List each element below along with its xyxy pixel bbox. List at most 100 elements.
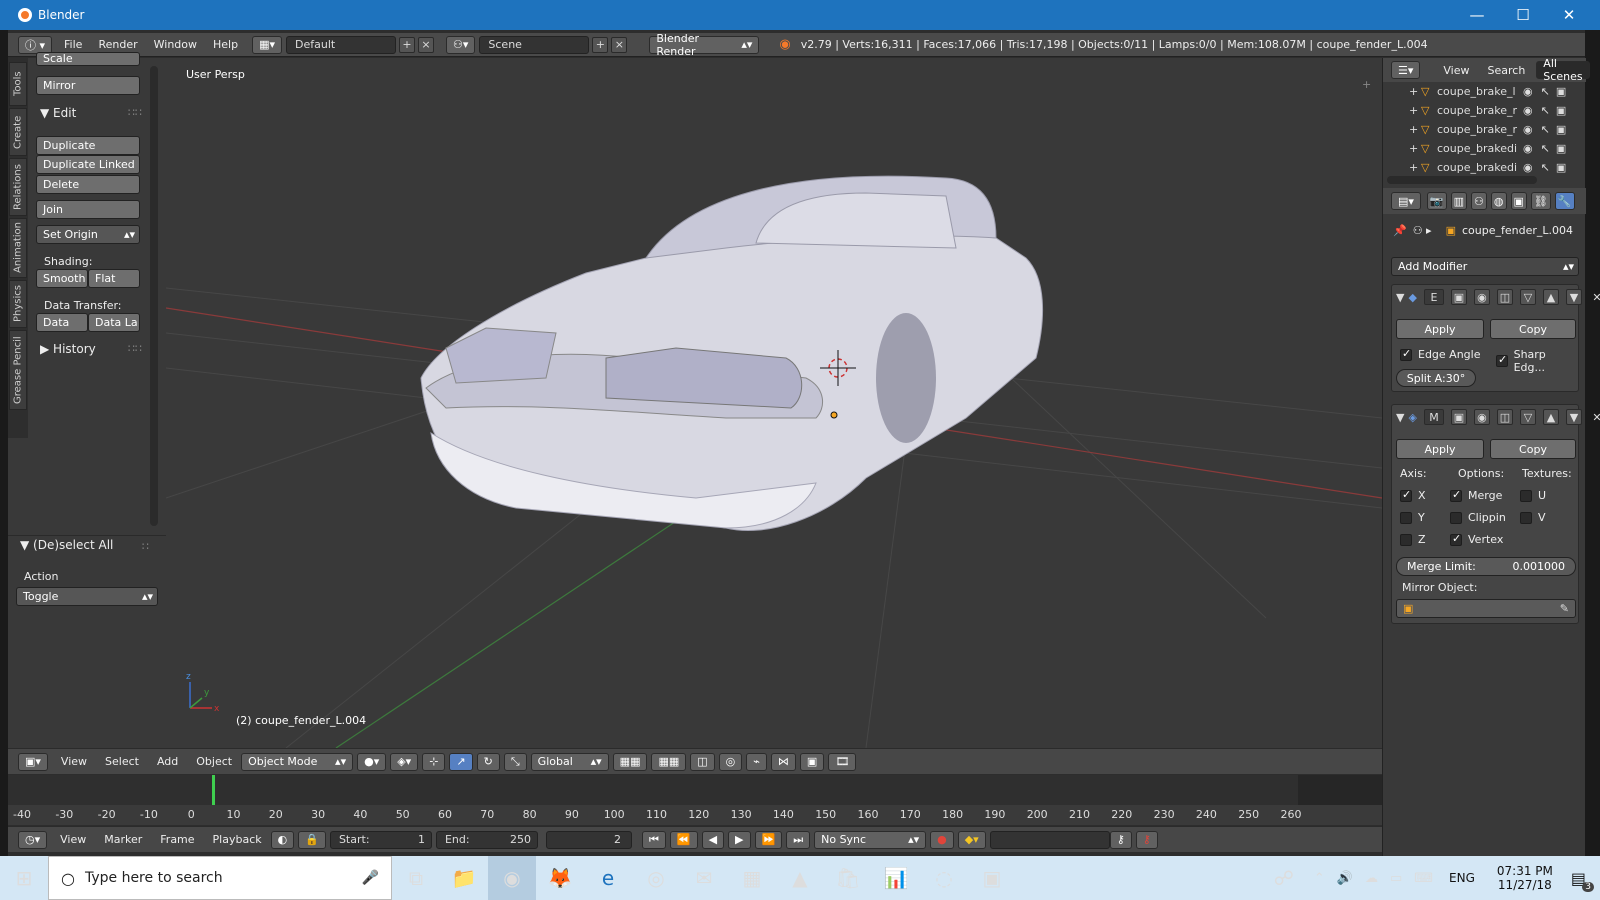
edit-panel-header[interactable]: ▼ Edit (40, 106, 76, 120)
add-modifier-dropdown[interactable]: Add Modifier ▴▾ (1391, 257, 1579, 276)
viewport-toggle-icon[interactable]: ◉ (1473, 289, 1490, 305)
keying-set-field[interactable] (989, 830, 1110, 849)
layers-grid-2-icon[interactable]: ▦▦ (651, 752, 687, 771)
join-button[interactable]: Join (36, 200, 140, 219)
axis-x-checkbox[interactable] (1400, 488, 1412, 502)
history-panel-header[interactable]: ▶ History (40, 342, 96, 356)
edge-split-copy-button[interactable]: Copy (1490, 319, 1576, 339)
expand-plus-icon[interactable]: + (1409, 142, 1421, 155)
editor-type-timeline-icon[interactable]: ◷▾ (18, 830, 48, 849)
current-frame-marker[interactable] (212, 775, 215, 805)
tab-create[interactable]: Create (9, 108, 27, 156)
set-origin-dropdown[interactable]: Set Origin ▴▾ (36, 225, 140, 244)
modifiers-tab-icon[interactable]: 🔧 (1554, 192, 1575, 210)
axis-z-option[interactable]: Z (1400, 533, 1426, 546)
vertex-checkbox[interactable] (1450, 532, 1462, 546)
eyedropper-icon[interactable]: ✎ (1560, 602, 1569, 615)
panel-grip-icon[interactable]: ∷∷ (128, 342, 142, 355)
tool-shelf-scrollbar[interactable] (150, 66, 158, 526)
outliner-menu-view[interactable]: View (1434, 64, 1478, 77)
keying-set-icon[interactable]: ◆▾ (957, 830, 986, 849)
task-view-icon[interactable]: ⧉ (392, 856, 440, 900)
minimize-button[interactable]: — (1454, 0, 1500, 30)
visibility-eye-icon[interactable]: ◉ (1523, 85, 1533, 98)
axis-x-option[interactable]: X (1400, 488, 1426, 502)
jump-end-icon[interactable]: ⏭ (786, 830, 811, 849)
microphone-icon[interactable]: 🎤 (362, 870, 379, 886)
texture-u-option[interactable]: U (1520, 489, 1546, 502)
layers-grid-icon[interactable]: ▦▦ (612, 752, 648, 771)
data-layout-button[interactable]: Data La (88, 313, 140, 332)
expand-plus-icon[interactable]: + (1409, 104, 1421, 117)
axis-y-option[interactable]: Y (1400, 511, 1425, 524)
menu-window[interactable]: Window (146, 38, 205, 51)
current-frame-field[interactable]: 2 (545, 830, 632, 849)
constraints-tab-icon[interactable]: ⛓ (1530, 192, 1551, 210)
firefox-icon[interactable]: 🦊 (536, 856, 584, 900)
sharp-edges-option[interactable]: Sharp Edg... (1496, 348, 1578, 374)
tl-menu-frame[interactable]: Frame (151, 833, 203, 846)
clock[interactable]: 07:31 PM 11/27/18 (1497, 864, 1553, 892)
duplicate-button[interactable]: Duplicate (36, 136, 140, 155)
tab-physics[interactable]: Physics (9, 280, 27, 328)
start-frame-field[interactable]: Start: 1 (329, 830, 432, 849)
expand-plus-icon[interactable]: + (1409, 85, 1421, 98)
edge-split-apply-button[interactable]: Apply (1396, 319, 1484, 339)
people-icon[interactable]: ☍ (1260, 856, 1308, 900)
translate-icon[interactable]: ↗ (449, 752, 473, 771)
menu-help[interactable]: Help (205, 38, 246, 51)
vp-menu-view[interactable]: View (52, 755, 96, 768)
expand-plus-icon[interactable]: + (1409, 161, 1421, 174)
render-camera-icon[interactable]: ▣ (1556, 123, 1566, 136)
texture-u-checkbox[interactable] (1520, 489, 1532, 502)
pivot-point-icon[interactable]: ◈▾ (390, 752, 419, 771)
app-icon-2[interactable]: ▣ (968, 856, 1016, 900)
delete-button[interactable]: Delete (36, 175, 140, 194)
volume-icon[interactable]: 🔊 (1337, 871, 1353, 886)
split-angle-field[interactable]: Split A:30° (1396, 369, 1476, 387)
world-tab-icon[interactable]: ◍ (1490, 192, 1507, 210)
render-engine-select[interactable]: Blender Render ▴▾ (649, 32, 760, 58)
menu-file[interactable]: File (56, 38, 90, 51)
tl-menu-marker[interactable]: Marker (95, 833, 151, 846)
play-icon[interactable]: ▶ (728, 830, 751, 849)
viewport-shading-icon[interactable]: ●▾ (357, 752, 387, 771)
expand-plus-icon[interactable]: + (1409, 123, 1421, 136)
vp-menu-object[interactable]: Object (187, 755, 241, 768)
vp-menu-select[interactable]: Select (96, 755, 148, 768)
screen-layout-icon[interactable]: ▦▾ (252, 35, 282, 54)
editor-type-properties-icon[interactable]: ▤▾ (1391, 192, 1421, 210)
chrome-icon[interactable]: ◎ (632, 856, 680, 900)
merge-limit-field[interactable]: Merge Limit: 0.001000 (1396, 557, 1576, 576)
mirror-object-field[interactable]: ▣ ✎ (1396, 599, 1576, 618)
action-dropdown[interactable]: Toggle ▴▾ (16, 587, 158, 606)
screen-layout-field[interactable]: Default (286, 35, 396, 54)
render-toggle-icon[interactable]: ▣ (1450, 289, 1467, 305)
tray-chevron-icon[interactable]: ⌃ (1314, 871, 1325, 886)
outliner-row[interactable]: + ▽ coupe_brakedi ◉ ↖ ▣ (1383, 139, 1573, 158)
move-down-icon[interactable]: ▼ (1565, 289, 1582, 305)
vertex-option[interactable]: Vertex (1450, 532, 1503, 546)
visibility-eye-icon[interactable]: ◉ (1523, 142, 1533, 155)
mirror-copy-button[interactable]: Copy (1490, 439, 1576, 459)
tl-menu-view[interactable]: View (51, 833, 95, 846)
clipping-checkbox[interactable] (1450, 511, 1462, 524)
editmode-toggle-icon[interactable]: ◫ (1496, 409, 1513, 425)
car-body-model[interactable] (420, 175, 1043, 532)
file-explorer-icon[interactable]: 📁 (440, 856, 488, 900)
mode-dropdown[interactable]: Object Mode ▴▾ (241, 752, 354, 771)
smooth-button[interactable]: Smooth (36, 269, 88, 288)
tab-grease-pencil[interactable]: Grease Pencil (9, 330, 27, 410)
remove-screen-icon[interactable]: × (418, 36, 434, 53)
mirror-name[interactable]: M (1423, 409, 1444, 425)
mail-icon[interactable]: ✉ (680, 856, 728, 900)
panel-grip-icon[interactable]: ∷∷ (128, 106, 142, 119)
photos-icon[interactable]: ▲ (776, 856, 824, 900)
cage-toggle-icon[interactable]: ▽ (1519, 409, 1536, 425)
select-arrow-icon[interactable]: ↖ (1541, 123, 1550, 136)
tab-animation[interactable]: Animation (9, 218, 27, 278)
app-icon[interactable]: ◌ (920, 856, 968, 900)
add-scene-icon[interactable]: + (592, 36, 609, 53)
duplicate-linked-button[interactable]: Duplicate Linked (36, 155, 140, 174)
remove-modifier-icon[interactable]: ✕ (1589, 409, 1600, 425)
